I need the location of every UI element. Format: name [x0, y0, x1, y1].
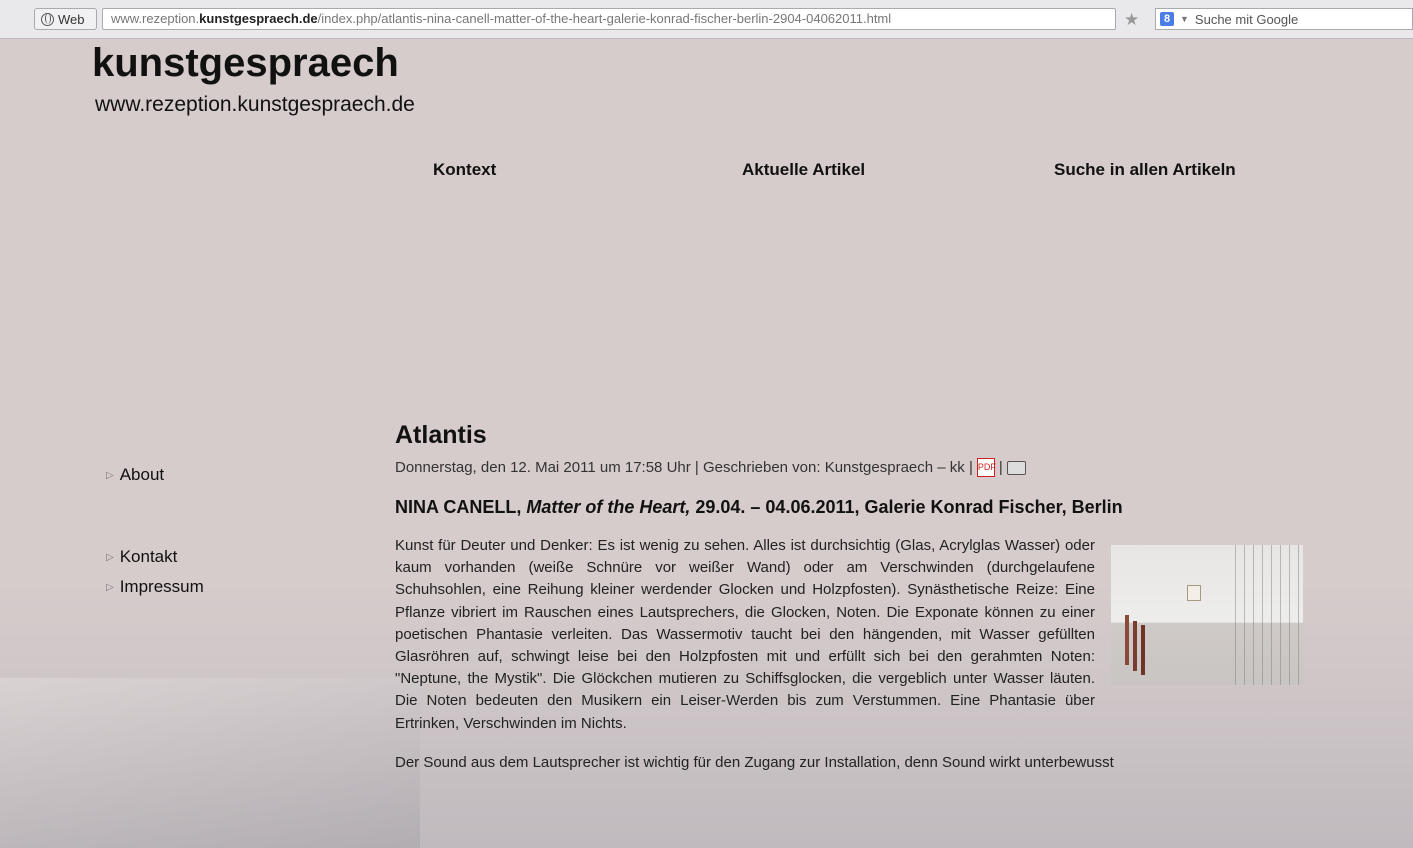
bookmark-star-icon[interactable]: ★ [1124, 10, 1139, 30]
search-placeholder: Suche mit Google [1194, 11, 1299, 27]
page-content: kunstgespraech www.rezeption.kunstgespra… [0, 38, 1413, 848]
sidebar-item-label: About [119, 465, 165, 484]
pdf-icon[interactable]: PDF [976, 458, 996, 477]
browser-toolbar: Web www.rezeption.kunstgespraech.de/inde… [0, 0, 1413, 39]
site-info-label: Web [58, 11, 85, 27]
url-host-domain: kunstgespraech.de [199, 11, 318, 26]
triangle-right-icon: ▷ [106, 581, 114, 593]
globe-icon [41, 12, 54, 26]
background-shade [0, 678, 420, 848]
site-info-button[interactable]: Web [34, 8, 97, 30]
framed-notes [1187, 585, 1201, 601]
sidebar-item-impressum[interactable]: ▷ Impressum [106, 577, 204, 597]
search-input[interactable]: 8 ▼ Suche mit Google [1155, 8, 1413, 30]
google-icon[interactable]: 8 [1160, 12, 1174, 26]
sidebar-item-about[interactable]: ▷ About [106, 465, 164, 485]
subhead-details: 29.04. – 04.06.2011, Galerie Konrad Fisc… [690, 497, 1123, 517]
url-path: /index.php/atlantis-nina-canell-matter-o… [317, 11, 892, 26]
sidebar-item-label: Kontakt [119, 547, 178, 566]
article: Atlantis Donnerstag, den 12. Mai 2011 um… [395, 421, 1303, 774]
triangle-right-icon: ▷ [106, 551, 114, 563]
address-bar[interactable]: www.rezeption.kunstgespraech.de/index.ph… [102, 8, 1116, 30]
paragraph-1: Kunst für Deuter und Denker: Es ist weni… [395, 537, 1095, 732]
nav-suche[interactable]: Suche in allen Artikeln [1054, 160, 1236, 180]
sidebar-item-label: Impressum [119, 577, 204, 596]
print-icon[interactable] [1006, 460, 1026, 475]
site-title[interactable]: kunstgespraech [92, 41, 399, 86]
paragraph-2: Der Sound aus dem Lautsprecher ist wicht… [395, 753, 1114, 771]
url-host-prefix: www.rezeption. [111, 11, 200, 26]
subhead-work-title: Matter of the Heart, [526, 497, 691, 517]
installation-photo [1111, 545, 1303, 685]
subhead-artist: NINA CANELL, [395, 497, 527, 517]
article-subheading: NINA CANELL, Matter of the Heart, 29.04.… [395, 497, 1303, 518]
article-meta: Donnerstag, den 12. Mai 2011 um 17:58 Uh… [395, 458, 1303, 477]
wooden-posts [1125, 615, 1129, 665]
article-meta-text: Donnerstag, den 12. Mai 2011 um 17:58 Uh… [395, 459, 973, 476]
nav-kontext[interactable]: Kontext [433, 160, 496, 180]
nav-aktuelle-artikel[interactable]: Aktuelle Artikel [742, 160, 865, 180]
triangle-right-icon: ▷ [106, 469, 114, 481]
meta-separator: | [998, 459, 1003, 476]
article-body: Kunst für Deuter und Denker: Es ist weni… [395, 535, 1303, 774]
chevron-down-icon[interactable]: ▼ [1180, 14, 1189, 24]
glass-tubes [1229, 545, 1303, 685]
sidebar-item-kontakt[interactable]: ▷ Kontakt [106, 547, 177, 567]
article-title[interactable]: Atlantis [395, 421, 1303, 450]
site-url: www.rezeption.kunstgespraech.de [95, 93, 415, 116]
